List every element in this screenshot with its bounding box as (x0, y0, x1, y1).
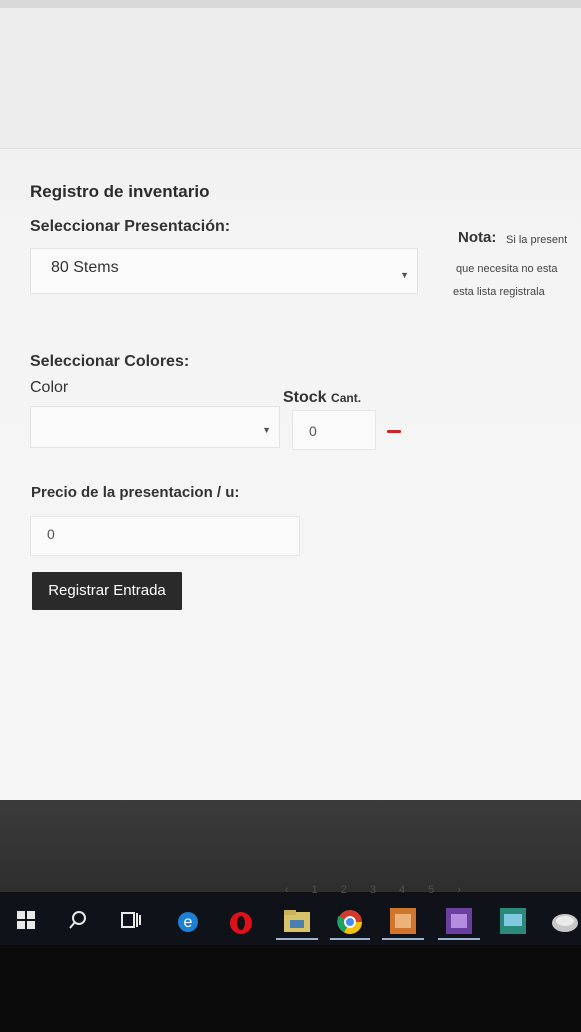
colors-section-label: Seleccionar Colores: (30, 353, 190, 370)
app-icon[interactable] (382, 906, 424, 940)
stock-label: Stock Cant. (283, 389, 361, 407)
svg-text:e: e (184, 914, 193, 931)
windows-start-icon[interactable] (16, 910, 36, 930)
remove-color-button[interactable] (387, 430, 401, 433)
price-value: 0 (47, 526, 55, 542)
note-text-line1: Si la present (506, 234, 568, 246)
stock-quantity-input[interactable]: 0 (292, 410, 376, 450)
opera-icon[interactable] (228, 910, 254, 936)
stock-label-text: Stock (283, 389, 327, 406)
page-footer (0, 800, 581, 892)
file-explorer-icon[interactable] (276, 906, 318, 940)
color-select[interactable]: ▼ (30, 406, 280, 448)
browser-page: Registro de inventario Seleccionar Prese… (0, 0, 581, 800)
note-title: Nota: (458, 229, 497, 246)
top-strip (0, 0, 581, 8)
page-header-area (0, 8, 581, 149)
task-view-icon[interactable] (120, 910, 142, 930)
stock-unit-label: Cant. (331, 391, 362, 405)
presentation-select[interactable]: 80 Stems ▼ (30, 248, 418, 294)
active-indicator (276, 938, 318, 940)
price-input[interactable]: 0 (30, 516, 300, 556)
form-title: Registro de inventario (30, 182, 210, 201)
app-icon[interactable] (438, 906, 480, 940)
dropdown-caret-icon: ▼ (400, 270, 409, 280)
register-entry-button[interactable]: Registrar Entrada (32, 572, 182, 610)
note-text-line2: que necesita no esta (456, 263, 558, 275)
active-indicator (382, 938, 424, 940)
price-label: Precio de la presentacion / u: (31, 484, 240, 501)
screen: Registro de inventario Seleccionar Prese… (0, 0, 581, 1032)
desk-area (0, 945, 581, 1032)
active-indicator (330, 938, 370, 940)
app-icon[interactable] (550, 910, 580, 936)
presentation-selected-value: 80 Stems (51, 259, 119, 276)
edge-icon[interactable]: e (176, 910, 200, 934)
search-icon[interactable] (68, 910, 88, 930)
active-indicator (438, 938, 480, 940)
stock-quantity-value: 0 (309, 423, 317, 439)
chrome-icon[interactable] (330, 908, 370, 940)
dropdown-caret-icon: ▼ (262, 425, 271, 435)
color-label: Color (30, 379, 69, 396)
presentation-label: Seleccionar Presentación: (30, 218, 231, 235)
app-icon[interactable] (498, 906, 528, 936)
note-text-line3: esta lista registrala (453, 286, 545, 298)
